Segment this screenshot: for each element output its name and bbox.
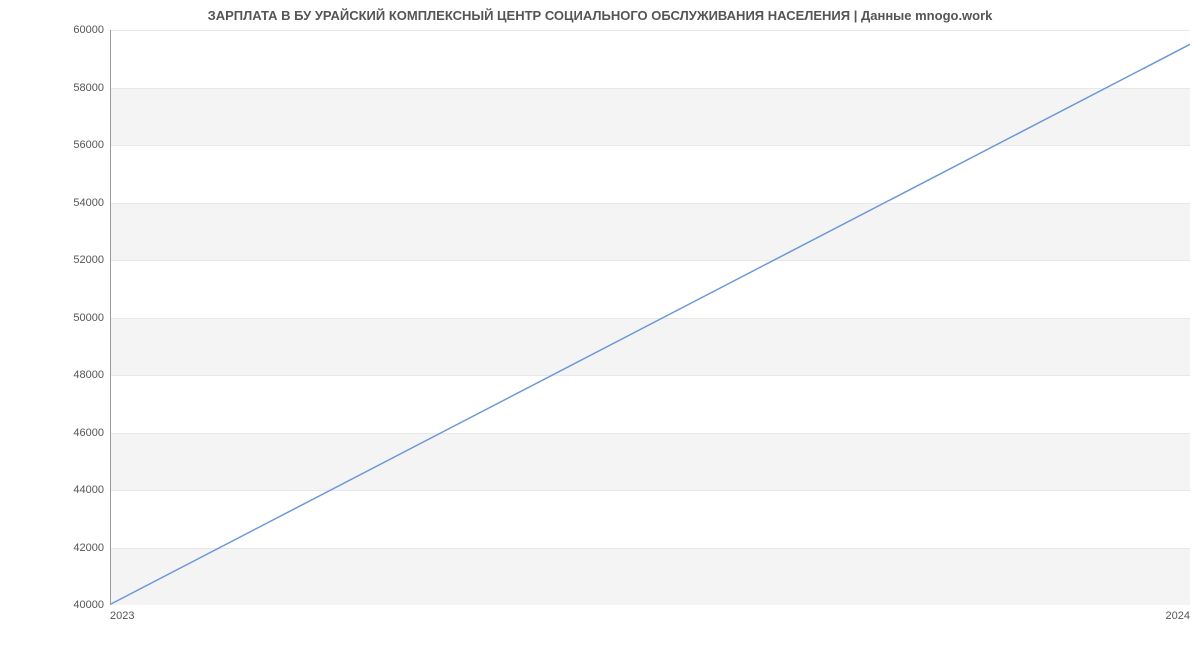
chart-title: ЗАРПЛАТА В БУ УРАЙСКИЙ КОМПЛЕКСНЫЙ ЦЕНТР… — [0, 8, 1200, 23]
plot-area — [110, 30, 1190, 605]
y-tick-label: 40000 — [14, 599, 104, 611]
x-tick-label: 2023 — [110, 610, 134, 622]
x-tick-label: 2024 — [1166, 610, 1190, 622]
line-series — [111, 30, 1190, 604]
y-tick-label: 60000 — [14, 24, 104, 36]
y-tick-label: 54000 — [14, 197, 104, 209]
y-tick-label: 58000 — [14, 82, 104, 94]
y-tick-label: 48000 — [14, 369, 104, 381]
y-tick-label: 56000 — [14, 139, 104, 151]
y-tick-label: 50000 — [14, 312, 104, 324]
y-tick-label: 46000 — [14, 427, 104, 439]
y-tick-label: 44000 — [14, 484, 104, 496]
chart-container: ЗАРПЛАТА В БУ УРАЙСКИЙ КОМПЛЕКСНЫЙ ЦЕНТР… — [0, 0, 1200, 650]
y-tick-label: 52000 — [14, 254, 104, 266]
y-tick-label: 42000 — [14, 542, 104, 554]
